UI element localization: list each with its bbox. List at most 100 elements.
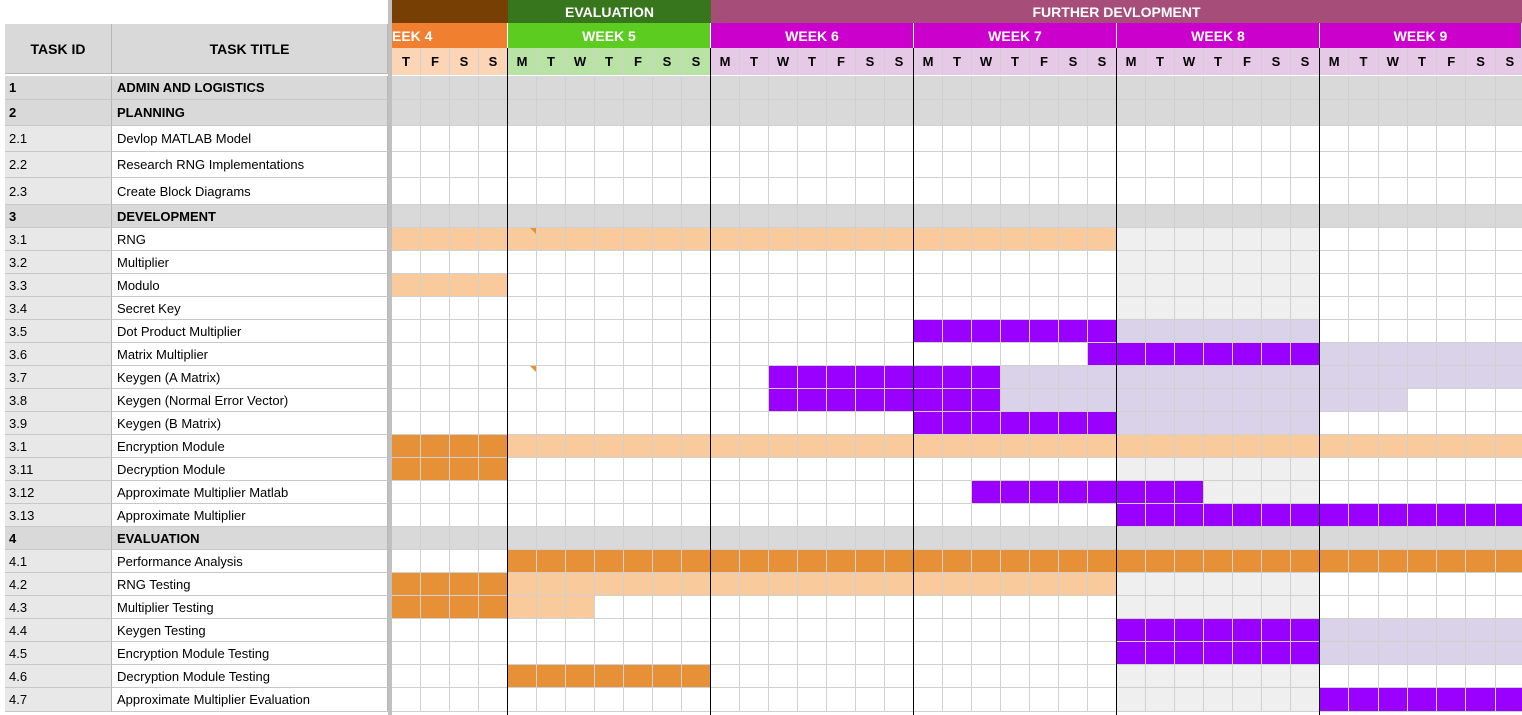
timeline-cell[interactable] xyxy=(798,412,827,435)
timeline-cell[interactable] xyxy=(1495,152,1522,178)
task-title-cell[interactable]: Secret Key xyxy=(112,297,388,320)
timeline-cell[interactable] xyxy=(392,665,421,688)
timeline-cell[interactable] xyxy=(1349,178,1379,205)
timeline-cell[interactable] xyxy=(827,481,856,504)
timeline-cell[interactable] xyxy=(740,481,769,504)
timeline-cell[interactable] xyxy=(624,76,653,100)
timeline-cell[interactable] xyxy=(740,596,769,619)
day-header[interactable]: F xyxy=(624,48,653,75)
gantt-bar-cell[interactable] xyxy=(1117,228,1146,251)
timeline-cell[interactable] xyxy=(595,297,624,320)
timeline-cell[interactable] xyxy=(479,152,508,178)
gantt-bar-cell[interactable] xyxy=(740,435,769,458)
timeline-cell[interactable] xyxy=(624,389,653,412)
timeline-cell[interactable] xyxy=(798,596,827,619)
task-title-cell[interactable]: Encryption Module Testing xyxy=(112,642,388,665)
gantt-bar-cell[interactable] xyxy=(595,435,624,458)
timeline-cell[interactable] xyxy=(769,412,798,435)
gantt-bar-cell[interactable] xyxy=(392,274,421,297)
timeline-cell[interactable] xyxy=(595,76,624,100)
timeline-cell[interactable] xyxy=(537,251,566,274)
timeline-cell[interactable] xyxy=(943,274,972,297)
timeline-cell[interactable] xyxy=(1233,152,1262,178)
timeline-cell[interactable] xyxy=(450,688,479,712)
timeline-cell[interactable] xyxy=(1320,228,1350,251)
gantt-bar-cell[interactable] xyxy=(827,550,856,573)
gantt-bar-cell[interactable] xyxy=(711,435,740,458)
timeline-cell[interactable] xyxy=(653,688,682,712)
timeline-cell[interactable] xyxy=(595,527,624,550)
timeline-cell[interactable] xyxy=(914,274,943,297)
timeline-cell[interactable] xyxy=(711,527,740,550)
gantt-bar-cell[interactable] xyxy=(1291,504,1320,527)
timeline-cell[interactable] xyxy=(769,126,798,152)
timeline-cell[interactable] xyxy=(856,665,885,688)
timeline-cell[interactable] xyxy=(624,412,653,435)
gantt-bar-cell[interactable] xyxy=(1001,228,1030,251)
gantt-bar-cell[interactable] xyxy=(914,435,943,458)
timeline-cell[interactable] xyxy=(1320,596,1350,619)
task-title-cell[interactable]: RNG Testing xyxy=(112,573,388,596)
timeline-cell[interactable] xyxy=(827,642,856,665)
task-title-cell[interactable]: Approximate Multiplier Matlab xyxy=(112,481,388,504)
timeline-cell[interactable] xyxy=(595,274,624,297)
timeline-cell[interactable] xyxy=(972,458,1001,481)
timeline-cell[interactable] xyxy=(1349,527,1379,550)
gantt-bar-cell[interactable] xyxy=(1117,504,1146,527)
gantt-bar-cell[interactable] xyxy=(1407,642,1438,665)
gantt-bar-cell[interactable] xyxy=(1175,665,1204,688)
day-header[interactable]: M xyxy=(711,48,740,75)
timeline-cell[interactable] xyxy=(1495,205,1522,228)
timeline-cell[interactable] xyxy=(1117,527,1146,550)
timeline-cell[interactable] xyxy=(1175,126,1204,152)
gantt-bar-cell[interactable] xyxy=(1466,619,1496,642)
timeline-cell[interactable] xyxy=(421,320,450,343)
timeline-cell[interactable] xyxy=(1059,251,1088,274)
timeline-cell[interactable] xyxy=(1262,527,1291,550)
gantt-bar-cell[interactable] xyxy=(1262,550,1291,573)
gantt-bar-cell[interactable] xyxy=(1001,481,1030,504)
gantt-bar-cell[interactable] xyxy=(1146,665,1175,688)
timeline-cell[interactable] xyxy=(392,152,421,178)
timeline-cell[interactable] xyxy=(827,504,856,527)
timeline-cell[interactable] xyxy=(1233,178,1262,205)
timeline-cell[interactable] xyxy=(972,504,1001,527)
timeline-cell[interactable] xyxy=(566,412,595,435)
gantt-bar-cell[interactable] xyxy=(1117,458,1146,481)
day-header[interactable]: T xyxy=(1407,48,1438,75)
gantt-bar-cell[interactable] xyxy=(1233,688,1262,712)
day-header[interactable]: S xyxy=(1088,48,1117,75)
timeline-cell[interactable] xyxy=(769,76,798,100)
timeline-cell[interactable] xyxy=(537,389,566,412)
timeline-cell[interactable] xyxy=(827,178,856,205)
timeline-cell[interactable] xyxy=(1320,126,1350,152)
timeline-cell[interactable] xyxy=(1320,412,1350,435)
timeline-cell[interactable] xyxy=(1378,458,1408,481)
gantt-bar-cell[interactable] xyxy=(392,228,421,251)
timeline-cell[interactable] xyxy=(1320,320,1350,343)
timeline-cell[interactable] xyxy=(798,688,827,712)
timeline-cell[interactable] xyxy=(1437,458,1467,481)
timeline-cell[interactable] xyxy=(566,366,595,389)
timeline-cell[interactable] xyxy=(450,642,479,665)
timeline-cell[interactable] xyxy=(914,481,943,504)
timeline-cell[interactable] xyxy=(972,76,1001,100)
timeline-cell[interactable] xyxy=(943,527,972,550)
task-id-cell[interactable]: 3.13 xyxy=(5,504,112,527)
timeline-cell[interactable] xyxy=(566,389,595,412)
gantt-bar-cell[interactable] xyxy=(392,596,421,619)
timeline-cell[interactable] xyxy=(479,619,508,642)
timeline-cell[interactable] xyxy=(711,619,740,642)
gantt-bar-cell[interactable] xyxy=(1204,274,1233,297)
timeline-cell[interactable] xyxy=(740,688,769,712)
gantt-bar-cell[interactable] xyxy=(1204,251,1233,274)
timeline-cell[interactable] xyxy=(624,297,653,320)
timeline-cell[interactable] xyxy=(537,412,566,435)
week-header[interactable]: EEK 4 xyxy=(392,23,508,48)
gantt-bar-cell[interactable] xyxy=(1001,412,1030,435)
gantt-bar-cell[interactable] xyxy=(1407,504,1438,527)
gantt-bar-cell[interactable] xyxy=(1146,297,1175,320)
gantt-bar-cell[interactable] xyxy=(421,435,450,458)
gantt-bar-cell[interactable] xyxy=(1146,251,1175,274)
gantt-bar-cell[interactable] xyxy=(1291,228,1320,251)
